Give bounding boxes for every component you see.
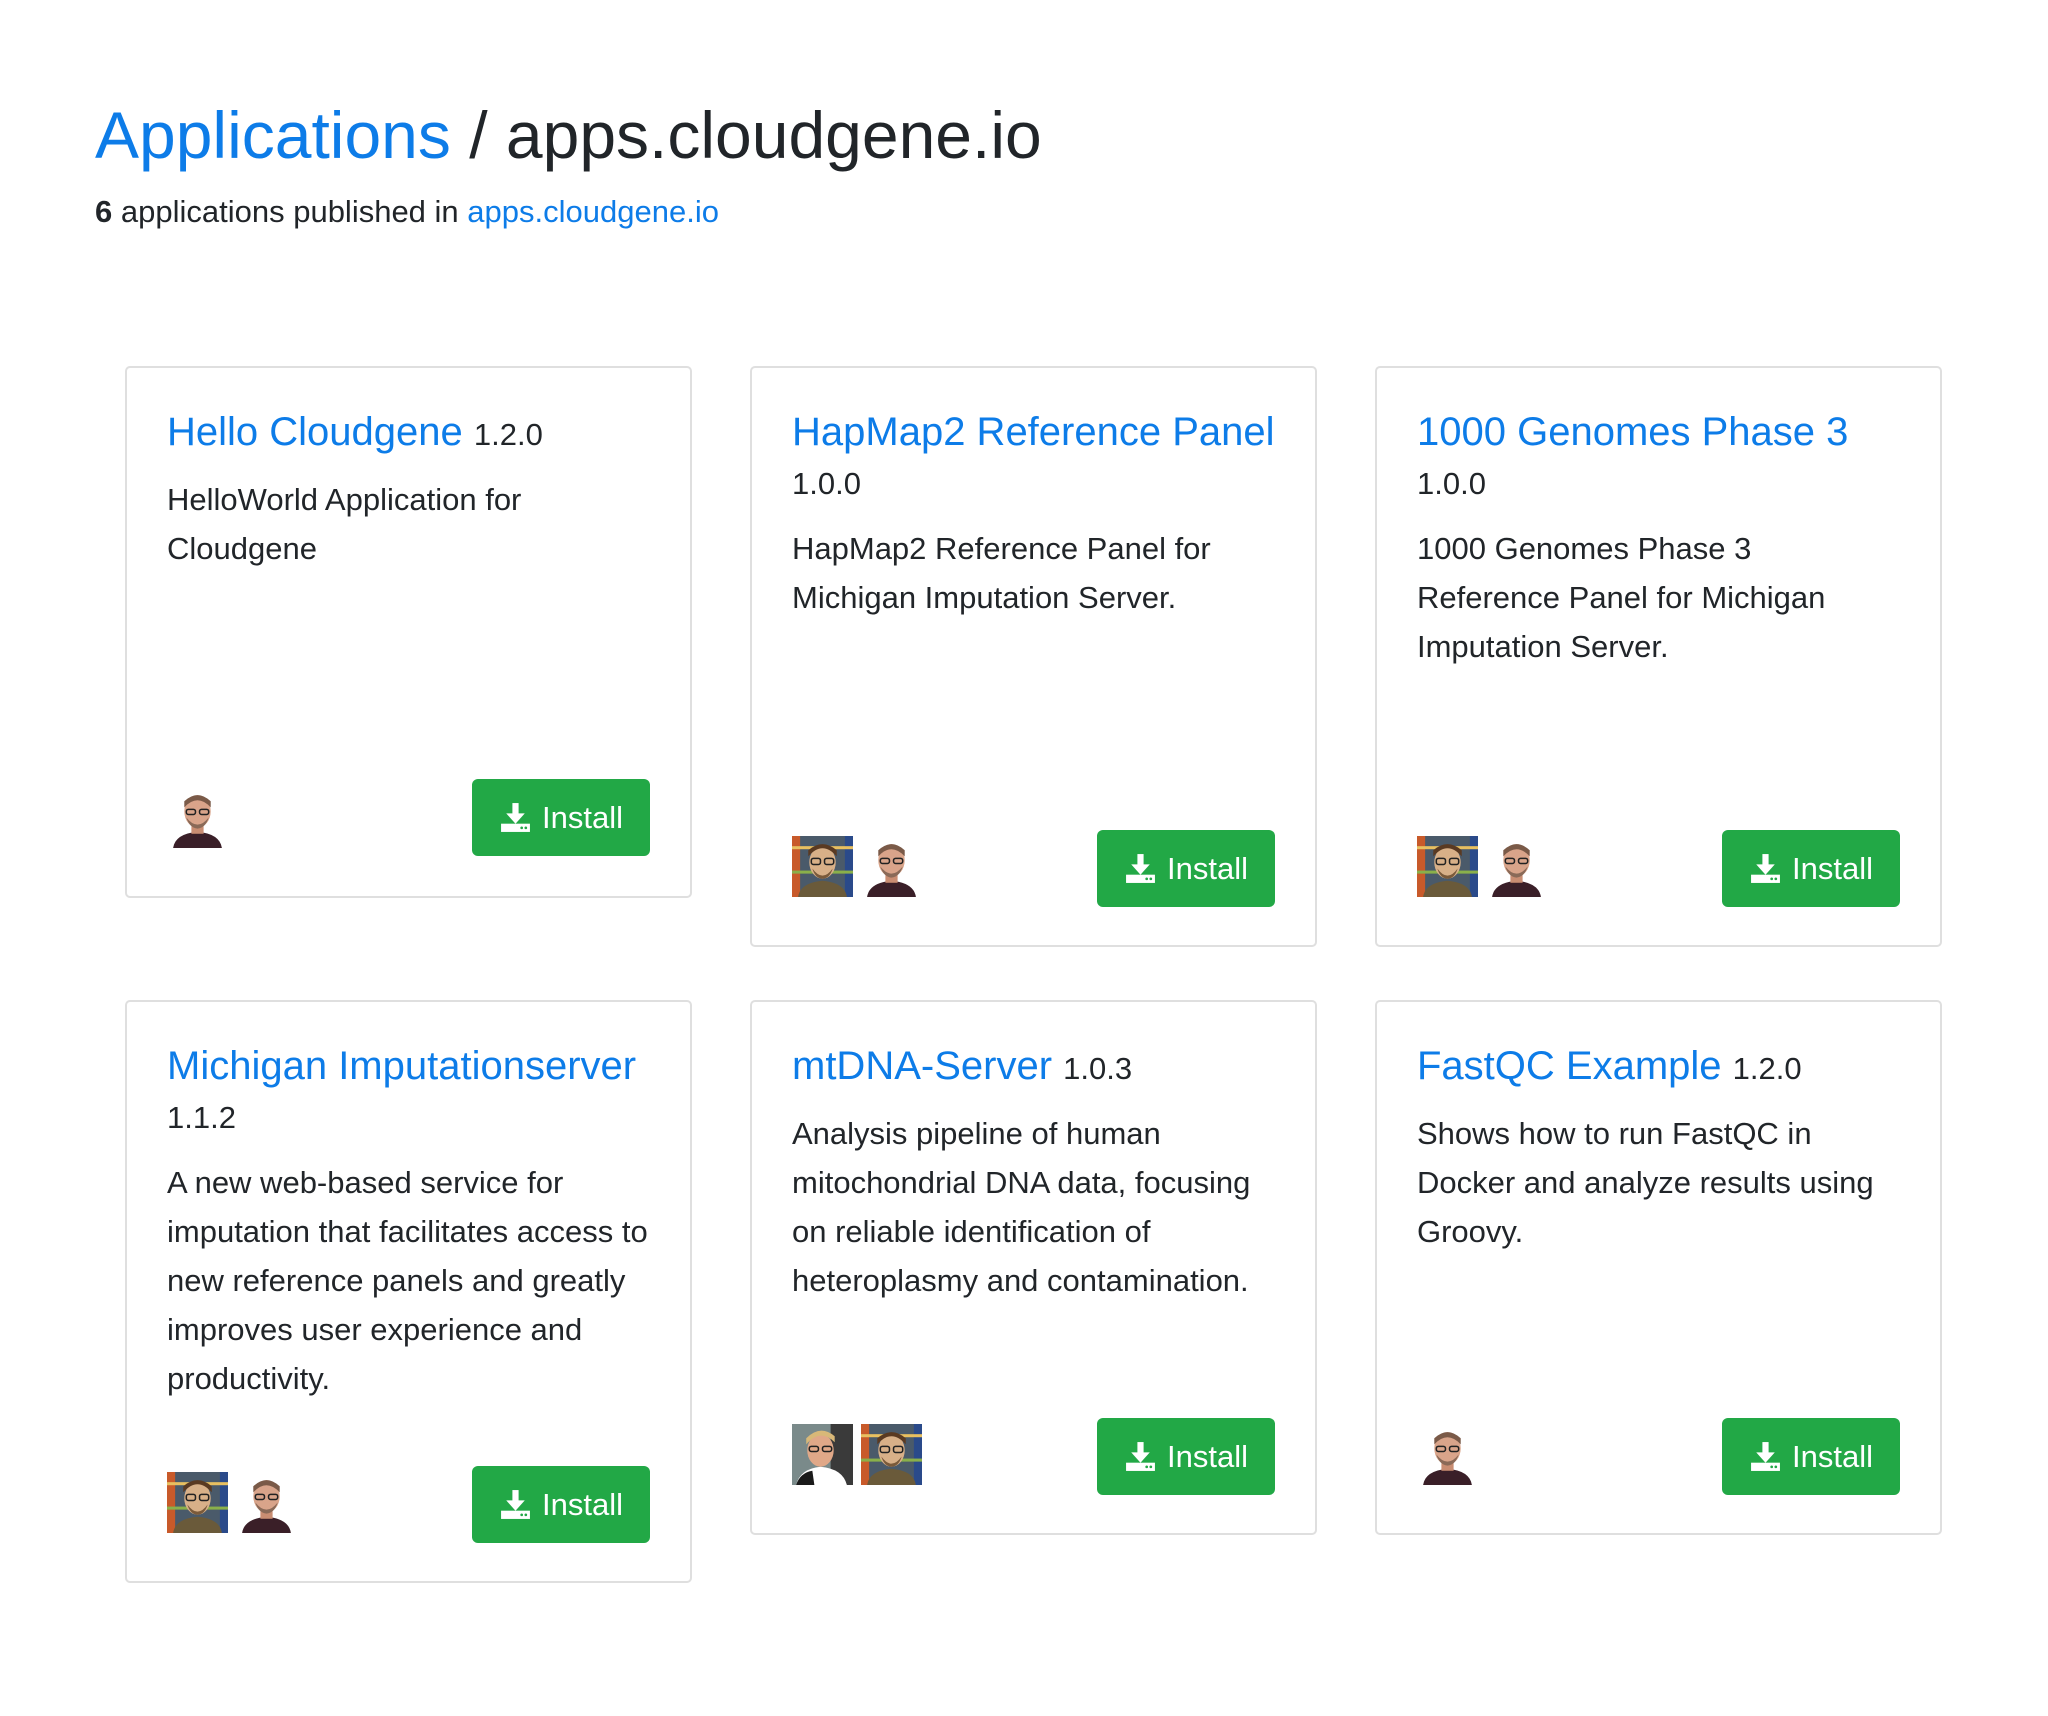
app-store-page: Applications / apps.cloudgene.io 6 appli… <box>0 0 2048 1716</box>
author-avatars <box>167 787 228 848</box>
app-name-link[interactable]: mtDNA-Server <box>792 1044 1052 1088</box>
bald-man-avatar[interactable] <box>1417 1424 1478 1485</box>
repository-link[interactable]: apps.cloudgene.io <box>467 194 719 229</box>
app-card: Hello Cloudgene 1.2.0 HelloWorld Applica… <box>125 366 692 898</box>
download-icon <box>1751 854 1780 883</box>
bookshelf-man-avatar[interactable] <box>1417 836 1478 897</box>
app-card: mtDNA-Server 1.0.3 Analysis pipeline of … <box>750 1000 1317 1535</box>
app-card: Michigan Imputationserver 1.1.2 A new we… <box>125 1000 692 1583</box>
author-avatars <box>1417 1424 1478 1485</box>
breadcrumb-separator: / <box>469 98 488 172</box>
bookshelf-man-avatar[interactable] <box>167 1472 228 1533</box>
install-button-label: Install <box>1792 1438 1873 1474</box>
author-avatars <box>792 836 922 897</box>
app-name-link[interactable]: FastQC Example <box>1417 1044 1722 1088</box>
published-text: applications published in <box>120 194 459 229</box>
app-name-link[interactable]: Hello Cloudgene <box>167 410 463 454</box>
app-card: HapMap2 Reference Panel 1.0.0 HapMap2 Re… <box>750 366 1317 947</box>
install-button-label: Install <box>542 799 623 835</box>
app-version: 1.0.0 <box>792 466 861 501</box>
install-button[interactable]: Install <box>1097 1418 1275 1495</box>
install-button[interactable]: Install <box>1097 830 1275 907</box>
app-title: HapMap2 Reference Panel 1.0.0 <box>792 408 1275 508</box>
download-icon <box>501 803 530 832</box>
author-avatars <box>792 1424 922 1485</box>
app-card: 1000 Genomes Phase 3 1.0.0 1000 Genomes … <box>1375 366 1942 947</box>
bald-man-avatar[interactable] <box>861 836 922 897</box>
install-button[interactable]: Install <box>472 1466 650 1543</box>
bald-man-avatar[interactable] <box>167 787 228 848</box>
app-version: 1.0.0 <box>1417 466 1486 501</box>
app-name-link[interactable]: HapMap2 Reference Panel <box>792 410 1275 454</box>
app-title: Hello Cloudgene 1.2.0 <box>167 408 650 459</box>
app-version: 1.0.3 <box>1063 1051 1133 1086</box>
applications-breadcrumb-link[interactable]: Applications <box>95 98 451 172</box>
repository-name: apps.cloudgene.io <box>505 98 1042 172</box>
app-title: Michigan Imputationserver 1.1.2 <box>167 1042 650 1142</box>
app-card: FastQC Example 1.2.0 Shows how to run Fa… <box>1375 1000 1942 1535</box>
app-version: 1.1.2 <box>167 1100 236 1135</box>
app-description: 1000 Genomes Phase 3 Reference Panel for… <box>1417 531 1826 664</box>
install-button[interactable]: Install <box>472 779 650 856</box>
download-icon <box>1126 854 1155 883</box>
app-version: 1.2.0 <box>1732 1051 1802 1086</box>
blond-man-avatar[interactable] <box>792 1424 853 1485</box>
author-avatars <box>1417 836 1547 897</box>
download-icon <box>1751 1442 1780 1471</box>
app-description: Shows how to run FastQC in Docker and an… <box>1417 1116 1874 1249</box>
install-button[interactable]: Install <box>1722 1418 1900 1495</box>
bookshelf-man-avatar[interactable] <box>861 1424 922 1485</box>
app-title: FastQC Example 1.2.0 <box>1417 1042 1900 1093</box>
app-description: Analysis pipeline of human mitochondrial… <box>792 1116 1251 1298</box>
app-description: HapMap2 Reference Panel for Michigan Imp… <box>792 531 1211 615</box>
bald-man-avatar[interactable] <box>1486 836 1547 897</box>
app-description: HelloWorld Application for Cloudgene <box>167 482 522 566</box>
app-title: 1000 Genomes Phase 3 1.0.0 <box>1417 408 1900 508</box>
download-icon <box>501 1490 530 1519</box>
app-version: 1.2.0 <box>473 417 543 452</box>
install-button-label: Install <box>542 1486 623 1522</box>
page-title: Applications / apps.cloudgene.io <box>95 92 1042 178</box>
install-button[interactable]: Install <box>1722 830 1900 907</box>
app-title: mtDNA-Server 1.0.3 <box>792 1042 1275 1093</box>
app-name-link[interactable]: 1000 Genomes Phase 3 <box>1417 410 1848 454</box>
application-count: 6 <box>95 194 113 229</box>
bookshelf-man-avatar[interactable] <box>792 836 853 897</box>
page-header: Applications / apps.cloudgene.io 6 appli… <box>95 92 1042 232</box>
bald-man-avatar[interactable] <box>236 1472 297 1533</box>
app-name-link[interactable]: Michigan Imputationserver <box>167 1044 636 1088</box>
page-subtitle: 6 applications published in apps.cloudge… <box>95 192 1042 232</box>
app-description: A new web-based service for imputation t… <box>167 1165 648 1396</box>
install-button-label: Install <box>1167 850 1248 886</box>
install-button-label: Install <box>1792 850 1873 886</box>
download-icon <box>1126 1442 1155 1471</box>
install-button-label: Install <box>1167 1438 1248 1474</box>
author-avatars <box>167 1472 297 1533</box>
